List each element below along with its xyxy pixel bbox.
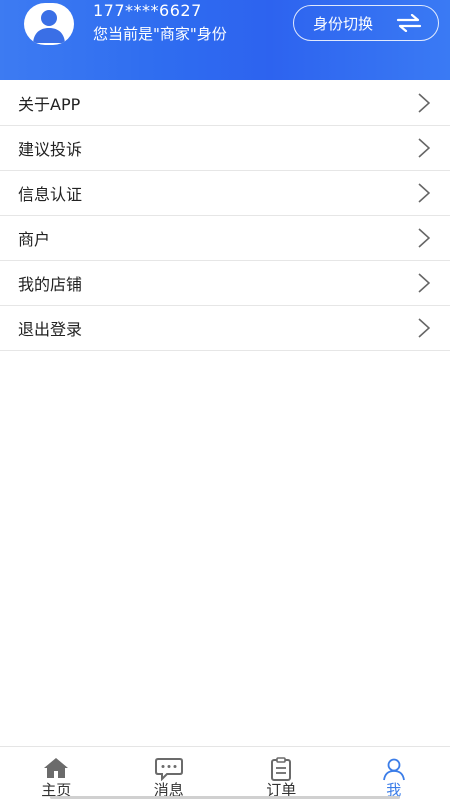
menu-item-my-store[interactable]: 我的店铺 — [0, 261, 450, 306]
chevron-right-icon — [418, 93, 431, 117]
swap-arrows-icon — [396, 13, 422, 36]
menu-item-label: 我的店铺 — [18, 275, 83, 294]
tab-orders[interactable]: 订单 — [225, 747, 338, 800]
profile-icon — [382, 757, 406, 781]
menu-item-label: 建议投诉 — [18, 140, 83, 159]
menu-item-label: 退出登录 — [18, 320, 83, 339]
settings-menu: 关于APP 建议投诉 信息认证 商户 我的店铺 退出登录 — [0, 81, 450, 351]
identity-switch-label: 身份切换 — [313, 14, 374, 33]
identity-switch-button[interactable]: 身份切换 — [293, 5, 439, 41]
chevron-right-icon — [418, 273, 431, 297]
menu-item-verification[interactable]: 信息认证 — [0, 171, 450, 216]
app-root: 177****6627 您当前是"商家"身份 身份切换 关于APP 建议投诉 信… — [0, 0, 450, 800]
menu-item-label: 关于APP — [18, 95, 81, 114]
bottom-tab-bar: 主页 消息 订单 我 — [0, 746, 450, 800]
order-clipboard-icon — [270, 757, 292, 781]
tab-me[interactable]: 我 — [338, 747, 450, 800]
menu-item-about-app[interactable]: 关于APP — [0, 81, 450, 126]
home-indicator[interactable] — [50, 796, 400, 799]
user-avatar-icon[interactable] — [24, 3, 74, 45]
menu-item-label: 信息认证 — [18, 185, 83, 204]
message-icon — [154, 757, 183, 782]
menu-item-merchant[interactable]: 商户 — [0, 216, 450, 261]
menu-item-feedback[interactable]: 建议投诉 — [0, 126, 450, 171]
chevron-right-icon — [418, 318, 431, 342]
tab-messages[interactable]: 消息 — [113, 747, 226, 800]
tab-home[interactable]: 主页 — [0, 747, 113, 800]
chevron-right-icon — [418, 183, 431, 207]
chevron-right-icon — [418, 228, 431, 252]
phone-number: 177****6627 — [93, 1, 202, 20]
menu-item-label: 商户 — [18, 230, 51, 249]
chevron-right-icon — [418, 138, 431, 162]
menu-item-logout[interactable]: 退出登录 — [0, 306, 450, 351]
identity-text: 您当前是"商家"身份 — [93, 25, 227, 43]
home-icon — [43, 757, 69, 781]
profile-header: 177****6627 您当前是"商家"身份 身份切换 — [0, 0, 450, 80]
